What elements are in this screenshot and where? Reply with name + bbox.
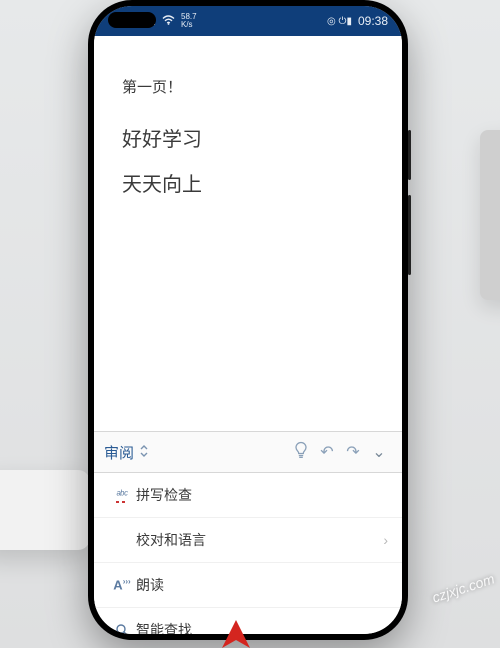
ribbon-tab-review[interactable]: 审阅 [104, 442, 134, 463]
menu-item-spellcheck[interactable]: ᵃᵇᶜ 拼写检查 [94, 473, 402, 518]
watermark-text: czjxjc.com [431, 570, 497, 605]
menu-item-read-aloud[interactable]: A››› 朗读 [94, 563, 402, 608]
menu-item-label: 智能查找 [136, 620, 388, 634]
collapse-panel-icon[interactable]: ⌄ [366, 442, 392, 462]
spellcheck-icon: ᵃᵇᶜ [108, 489, 136, 501]
undo-icon[interactable]: ↶ [314, 442, 340, 462]
menu-item-proofing-language[interactable]: 校对和语言 › [94, 518, 402, 563]
phone-screen: 58.7 K/s ◎ ⏻▮ 09:38 第一页！ 好好学习 天天向上 审阅 [94, 6, 402, 634]
redo-icon[interactable]: ↷ [340, 442, 366, 462]
wifi-icon [162, 15, 175, 28]
doc-text-line: 天天向上 [122, 168, 374, 197]
status-time: 09:38 [358, 14, 388, 28]
chevron-right-icon: › [383, 532, 388, 548]
menu-item-label: 校对和语言 [136, 530, 383, 550]
scene: 58.7 K/s ◎ ⏻▮ 09:38 第一页！ 好好学习 天天向上 审阅 [0, 0, 500, 648]
net-speed: 58.7 K/s [181, 13, 197, 29]
ribbon-toolbar: 审阅 ↶ ↷ ⌄ [94, 431, 402, 473]
status-right: ◎ ⏻▮ 09:38 [327, 14, 388, 28]
menu-item-label: 朗读 [136, 575, 388, 595]
smart-lookup-icon [108, 623, 136, 635]
read-aloud-icon: A››› [108, 577, 136, 592]
doc-text-line: 好好学习 [122, 123, 374, 152]
doc-text-line: 第一页！ [122, 76, 374, 97]
desk-prop-right [480, 130, 500, 300]
phone-side-button [408, 130, 411, 180]
review-menu: ᵃᵇᶜ 拼写检查 校对和语言 › A››› 朗读 [94, 473, 402, 634]
status-icons-right: ◎ ⏻▮ [327, 16, 352, 27]
phone-side-button [408, 195, 411, 275]
camera-cutout [108, 12, 156, 28]
menu-item-smart-lookup[interactable]: 智能查找 [94, 608, 402, 634]
document-canvas[interactable]: 第一页！ 好好学习 天天向上 [94, 36, 402, 431]
tips-icon[interactable] [288, 441, 314, 464]
phone-frame: 58.7 K/s ◎ ⏻▮ 09:38 第一页！ 好好学习 天天向上 审阅 [88, 0, 408, 640]
desk-prop-left [0, 470, 90, 550]
status-bar: 58.7 K/s ◎ ⏻▮ 09:38 [94, 6, 402, 36]
ribbon-tab-switch-icon[interactable] [138, 444, 150, 461]
menu-item-label: 拼写检查 [136, 485, 388, 505]
